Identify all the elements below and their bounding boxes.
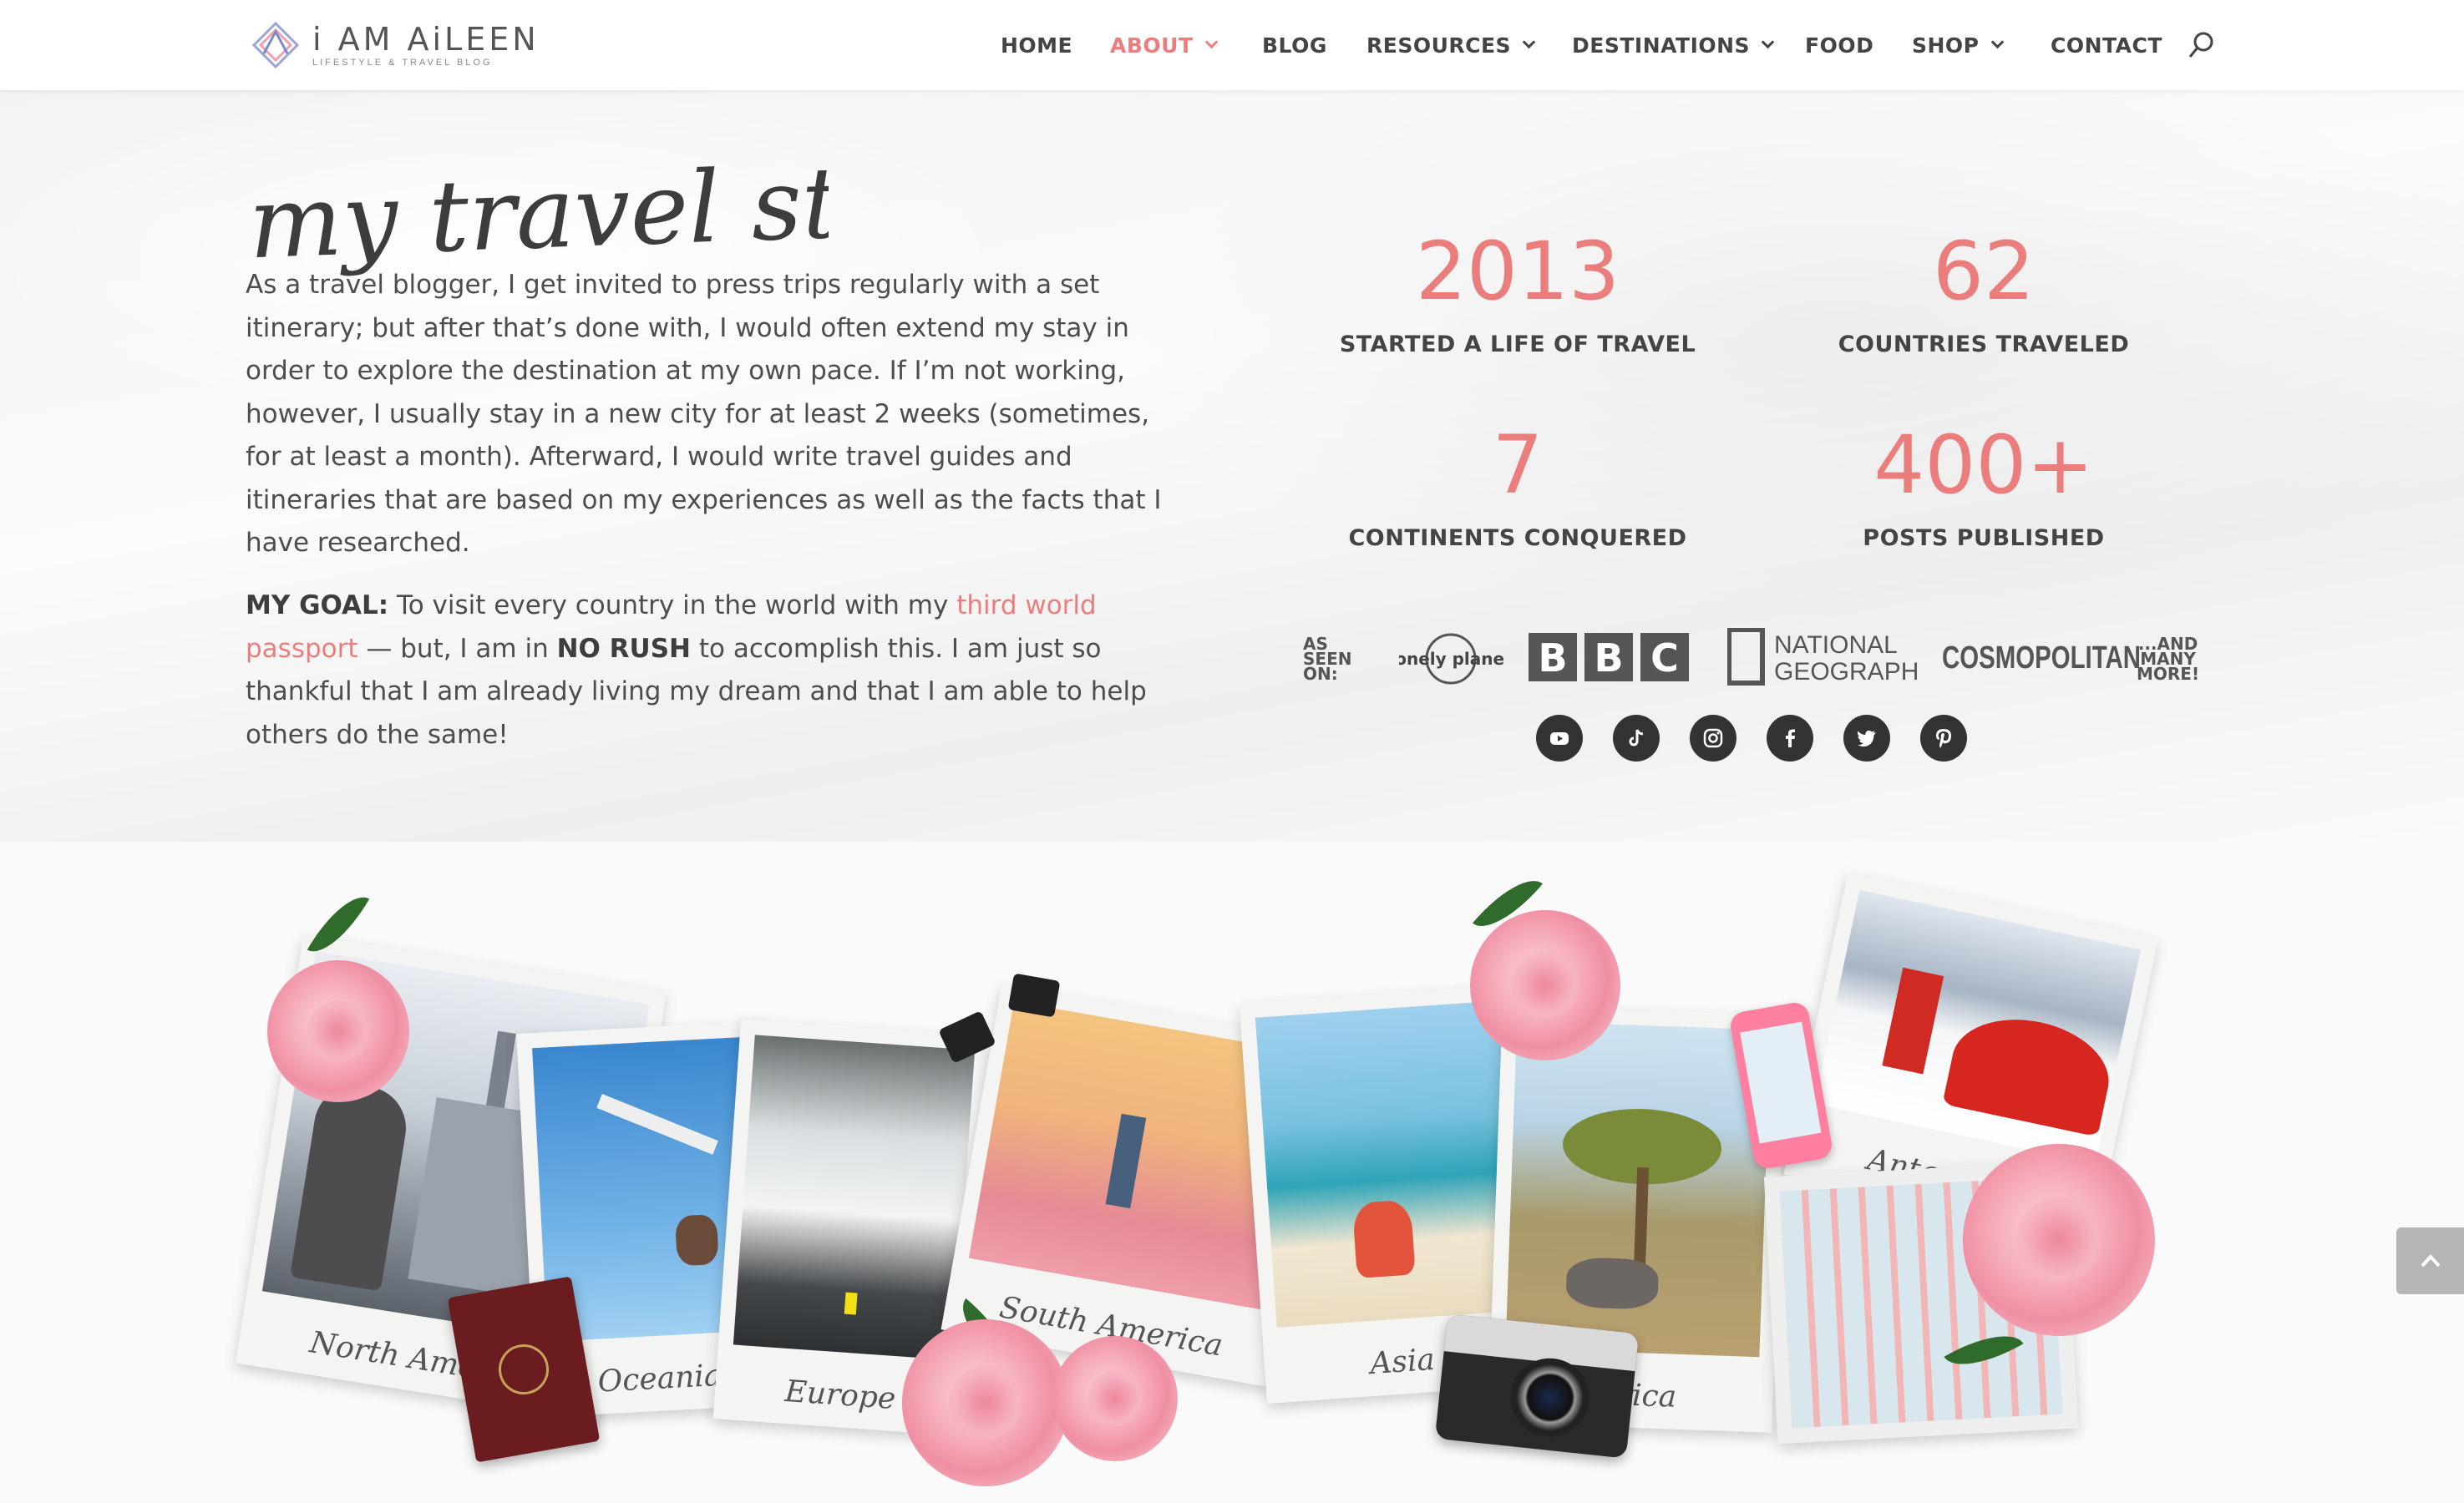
national-geographic-logo: NATIONAL GEOGRAPHIC	[1727, 628, 1919, 686]
rose-decoration	[267, 960, 409, 1102]
stat-posts: 400+ POSTS PUBLISHED	[1750, 423, 2218, 551]
svg-text:B: B	[1538, 635, 1567, 681]
chevron-down-icon	[1761, 35, 1775, 48]
svg-text:COSMOPOLITAN: COSMOPOLITAN	[1942, 640, 2141, 676]
stat-started: 2013 STARTED A LIFE OF TRAVEL	[1284, 230, 1752, 357]
svg-text:C: C	[1650, 635, 1679, 681]
as-seen-on-label: AS SEEN ON:	[1303, 634, 1352, 684]
as-seen-on: AS SEEN ON: lonely planet B B C NATIONAL…	[1303, 625, 2200, 691]
logo-name: i AM AiLEEN	[312, 21, 540, 58]
instagram-icon[interactable]	[1690, 715, 1736, 762]
goal-paragraph: MY GOAL: To visit every country in the w…	[246, 584, 1164, 757]
youtube-icon[interactable]	[1536, 715, 1583, 762]
beach-photo	[1255, 1000, 1523, 1328]
rose-decoration	[1963, 1144, 2155, 1336]
nav-about[interactable]: ABOUT	[1110, 32, 1218, 58]
rose-decoration	[1052, 1336, 1178, 1461]
camera-image	[1434, 1313, 1640, 1459]
twitter-icon[interactable]	[1843, 715, 1890, 762]
chevron-down-icon	[1204, 35, 1218, 48]
stat-number: 62	[1932, 225, 2036, 318]
nav-resources[interactable]: RESOURCES	[1366, 32, 1536, 58]
logo-tagline: LIFESTYLE & TRAVEL BLOG	[312, 58, 493, 68]
goal-bold: NO RUSH	[556, 633, 691, 664]
logo-mark-icon	[251, 21, 300, 69]
continents-collage: North America Oceania Europe South Ameri…	[236, 865, 2222, 1503]
stat-number: 400+	[1873, 418, 2094, 512]
tiktok-icon[interactable]	[1613, 715, 1660, 762]
stat-number: 7	[1492, 418, 1544, 512]
and-many-more-label: ...AND MANY MORE!	[2137, 634, 2200, 684]
back-to-top-button[interactable]	[2396, 1227, 2464, 1294]
site-header: i AM AiLEEN LIFESTYLE & TRAVEL BLOG HOME…	[0, 0, 2464, 90]
chevron-up-icon	[2421, 1254, 2440, 1268]
bbc-logo: B B C	[1529, 633, 1689, 681]
nav-shop[interactable]: SHOP	[1912, 32, 2004, 58]
svg-text:GEOGRAPHIC: GEOGRAPHIC	[1774, 658, 1919, 686]
cosmopolitan-logo: COSMOPOLITAN	[1942, 640, 2141, 676]
rose-decoration	[902, 1319, 1069, 1486]
search-icon[interactable]	[2187, 30, 2217, 60]
lonely-planet-logo: lonely planet	[1399, 633, 1503, 685]
chevron-down-icon	[1522, 35, 1536, 48]
pinterest-icon[interactable]	[1920, 715, 1967, 762]
svg-text:lonely planet: lonely planet	[1399, 649, 1503, 669]
intro-paragraph: As a travel blogger, I get invited to pr…	[246, 270, 1162, 558]
facebook-icon[interactable]	[1767, 715, 1813, 762]
nav-home[interactable]: HOME	[1001, 32, 1072, 58]
goal-text-1: To visit every country in the world with…	[388, 590, 957, 620]
nav-food[interactable]: FOOD	[1805, 32, 1873, 58]
chevron-down-icon	[1990, 35, 2004, 48]
site-logo[interactable]: i AM AiLEEN LIFESTYLE & TRAVEL BLOG	[251, 18, 540, 72]
stat-label: CONTINENTS CONQUERED	[1348, 525, 1687, 551]
svg-text:NATIONAL: NATIONAL	[1774, 631, 1898, 659]
nav-destinations[interactable]: DESTINATIONS	[1572, 32, 1775, 58]
antarctica-photo	[1814, 889, 2141, 1164]
nav-contact[interactable]: CONTACT	[2051, 32, 2162, 58]
nav-blog[interactable]: BLOG	[1262, 32, 1327, 58]
waterfall-photo	[733, 1035, 976, 1360]
goal-text-2: — but, I am in	[357, 633, 557, 664]
goal-label: MY GOAL:	[246, 590, 389, 620]
stat-continents: 7 CONTINENTS CONQUERED	[1284, 423, 1752, 551]
stat-label: POSTS PUBLISHED	[1863, 525, 2105, 551]
stat-label: STARTED A LIFE OF TRAVEL	[1339, 331, 1696, 357]
safari-photo	[1505, 1020, 1772, 1358]
stat-number: 2013	[1415, 225, 1620, 318]
svg-text:my travel style: my travel style	[246, 139, 829, 281]
binder-clip-image	[1007, 973, 1061, 1018]
rose-decoration	[1470, 910, 1620, 1060]
svg-text:B: B	[1594, 635, 1623, 681]
stat-label: COUNTRIES TRAVELED	[1838, 331, 2130, 357]
stat-countries: 62 COUNTRIES TRAVELED	[1750, 230, 2218, 357]
